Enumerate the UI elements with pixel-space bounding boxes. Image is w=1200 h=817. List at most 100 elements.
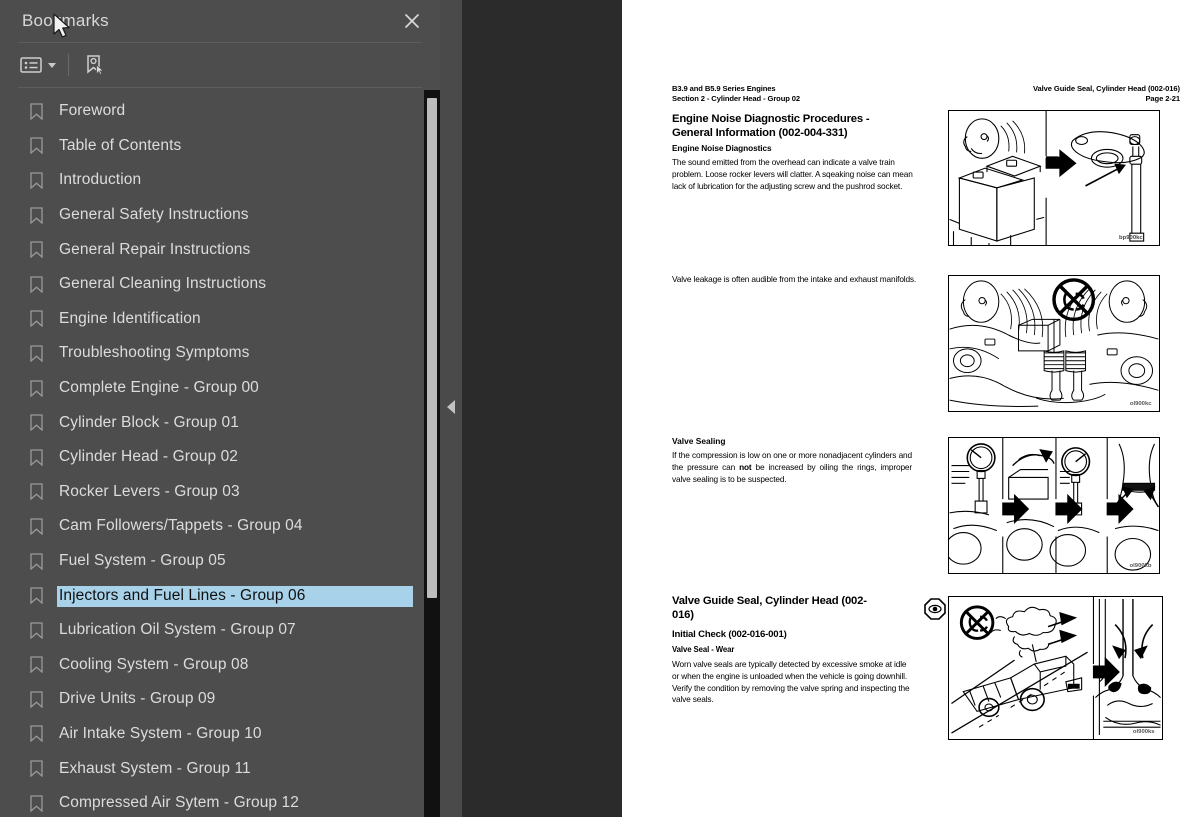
subheading-valve-seal-wear: Valve Seal - Wear — [672, 645, 735, 654]
bookmark-item[interactable]: Exhaust System - Group 11 — [0, 751, 440, 786]
bookmark-ribbon-icon — [30, 587, 46, 605]
bookmark-item[interactable]: Cam Followers/Tappets - Group 04 — [0, 509, 440, 544]
bookmark-ribbon-icon — [30, 310, 46, 328]
figure-truck-smoke-valve-seal: ol900ks — [948, 596, 1163, 740]
bookmark-ribbon-icon — [30, 691, 46, 708]
bookmark-ribbon-icon — [30, 656, 46, 674]
bookmark-ribbon-icon — [30, 483, 46, 501]
panel-title: Bookmarks — [22, 11, 109, 30]
bookmark-item-label: General Safety Instructions — [59, 206, 249, 224]
bookmark-item-label: Cylinder Head - Group 02 — [59, 448, 239, 466]
bookmark-ribbon-icon — [30, 137, 46, 155]
bookmark-item[interactable]: Troubleshooting Symptoms — [0, 336, 440, 371]
bookmark-item[interactable]: Fuel System - Group 05 — [0, 544, 440, 579]
bookmark-ribbon-icon — [30, 103, 46, 120]
bookmark-item-label: Table of Contents — [59, 136, 182, 154]
bookmark-ribbon-icon — [30, 241, 46, 259]
bookmark-ribbon-icon — [30, 449, 46, 466]
bookmark-item-label: Compressed Air Sytem - Group 12 — [59, 794, 299, 812]
figure-code: ol900kc — [1130, 401, 1152, 407]
bookmark-item-label: Lubrication Oil System - Group 07 — [59, 621, 296, 639]
figure-3-artwork: ol900kb — [949, 438, 1159, 573]
figure-1-artwork: bp900kc — [949, 111, 1145, 245]
list-options-icon — [20, 57, 42, 73]
bookmark-item[interactable]: General Safety Instructions — [0, 198, 440, 233]
bookmark-ribbon-icon — [30, 345, 46, 362]
bookmark-item[interactable]: Table of Contents — [0, 129, 440, 164]
bookmark-item-label: Exhaust System - Group 11 — [59, 759, 251, 777]
figure-code: ol900kb — [1130, 563, 1152, 569]
bookmark-item[interactable]: Engine Identification — [0, 302, 440, 337]
figure-code: bp900kc — [1119, 235, 1143, 241]
bookmark-item[interactable]: Complete Engine - Group 00 — [0, 371, 440, 406]
bookmark-ribbon-icon — [30, 760, 46, 778]
subheading-valve-sealing: Valve Sealing — [672, 436, 726, 446]
bookmark-item-label: Complete Engine - Group 00 — [59, 379, 259, 397]
figure-rocker-lever-noise: bp900kc — [948, 110, 1160, 246]
bookmark-item-label: Cylinder Block - Group 01 — [59, 413, 239, 431]
paragraph-valve-leakage: Valve leakage is often audible from the … — [672, 274, 917, 284]
close-panel-button[interactable] — [398, 7, 426, 35]
bookmark-item[interactable]: Cylinder Block - Group 01 — [0, 405, 440, 440]
bookmarks-panel-header: Bookmarks — [0, 0, 440, 42]
new-bookmark-button[interactable] — [80, 50, 110, 80]
bookmarks-scrollbar-thumb[interactable] — [427, 98, 437, 598]
figure-4-artwork: ol900ks — [951, 597, 1161, 739]
bookmark-ribbon-icon — [30, 379, 46, 397]
bookmark-item[interactable]: Drive Units - Group 09 — [0, 682, 440, 717]
bookmark-item[interactable]: General Cleaning Instructions — [0, 267, 440, 302]
bookmark-ribbon-icon — [30, 172, 46, 189]
bookmarks-toolbar — [0, 43, 440, 87]
bookmark-item[interactable]: Air Intake System - Group 10 — [0, 717, 440, 752]
bookmark-ribbon-icon — [30, 206, 46, 224]
triangle-left-icon[interactable] — [447, 400, 455, 414]
bookmark-ribbon-icon — [30, 518, 46, 535]
bookmark-list: Foreword Table of Contents Introduction Gen… — [0, 88, 440, 817]
bookmark-ribbon-icon — [30, 276, 46, 293]
bookmark-item[interactable]: Introduction — [0, 163, 440, 198]
eye-inspection-icon — [924, 598, 946, 620]
bookmarks-scrollbar[interactable] — [424, 90, 440, 817]
bookmark-item-label: Injectors and Fuel Lines - Group 06 — [56, 584, 414, 608]
figure-2-artwork: ol900kc — [949, 278, 1159, 407]
bookmark-options-button[interactable] — [16, 50, 60, 80]
bookmark-item-label: General Repair Instructions — [59, 240, 251, 258]
bookmark-item[interactable]: Cooling System - Group 08 — [0, 648, 440, 683]
heading-valve-guide-seal: Valve Guide Seal, Cylinder Head (002-016… — [672, 595, 867, 622]
section-heading: Engine Noise Diagnostic Procedures - Gen… — [672, 113, 870, 140]
bookmark-item-label: Foreword — [59, 102, 126, 120]
page-header-right: Valve Guide Seal, Cylinder Head (002-016… — [1032, 84, 1180, 104]
bookmark-item-label: General Cleaning Instructions — [59, 275, 267, 293]
bookmark-ribbon-icon — [30, 622, 46, 639]
bookmark-item-label: Rocker Levers - Group 03 — [59, 482, 240, 500]
figure-valve-leakage-listening: ol900kc — [948, 275, 1160, 412]
pdf-reader-window: Bookmarks Foreword Table of Contents Int… — [0, 0, 1200, 817]
bookmark-item[interactable]: Foreword — [0, 94, 440, 129]
pdf-page: B3.9 and B5.9 Series Engines Section 2 -… — [622, 0, 1200, 817]
paragraph-valve-sealing: If the compression is low on one or more… — [672, 450, 912, 485]
bookmark-item-label: Cam Followers/Tappets - Group 04 — [59, 517, 303, 535]
paragraph-valve-seal-wear: Worn valve seals are typically detected … — [672, 659, 910, 705]
bookmark-ribbon-icon — [30, 414, 46, 432]
bookmark-item-label: Air Intake System - Group 10 — [59, 724, 262, 742]
bookmark-item[interactable]: General Repair Instructions — [0, 232, 440, 267]
bookmark-item[interactable]: Lubrication Oil System - Group 07 — [0, 613, 440, 648]
chevron-down-icon — [48, 62, 56, 68]
subheading-initial-check: Initial Check (002-016-001) — [672, 629, 787, 640]
bookmark-item[interactable]: Rocker Levers - Group 03 — [0, 475, 440, 510]
bookmark-item[interactable]: Cylinder Head - Group 02 — [0, 440, 440, 475]
bookmark-ribbon-icon — [30, 552, 46, 570]
bookmark-item[interactable]: Compressed Air Sytem - Group 12 — [0, 786, 440, 817]
figure-compression-test-sequence: ol900kb — [948, 437, 1160, 574]
bookmark-item-label: Engine Identification — [59, 309, 201, 327]
bookmark-item[interactable]: Injectors and Fuel Lines - Group 06 — [0, 578, 440, 613]
panel-splitter[interactable] — [440, 0, 462, 817]
bookmarks-panel: Bookmarks Foreword Table of Contents Int… — [0, 0, 440, 817]
paragraph-emphasis: not — [739, 461, 752, 472]
bookmark-ribbon-icon — [30, 795, 46, 812]
bookmark-item-label: Fuel System - Group 05 — [59, 552, 226, 570]
paragraph-engine-noise: The sound emitted from the overhead can … — [672, 157, 913, 191]
bookmark-item-label: Introduction — [59, 171, 142, 189]
bookmark-item-label: Drive Units - Group 09 — [59, 690, 216, 708]
document-viewer: B3.9 and B5.9 Series Engines Section 2 -… — [462, 0, 1200, 817]
